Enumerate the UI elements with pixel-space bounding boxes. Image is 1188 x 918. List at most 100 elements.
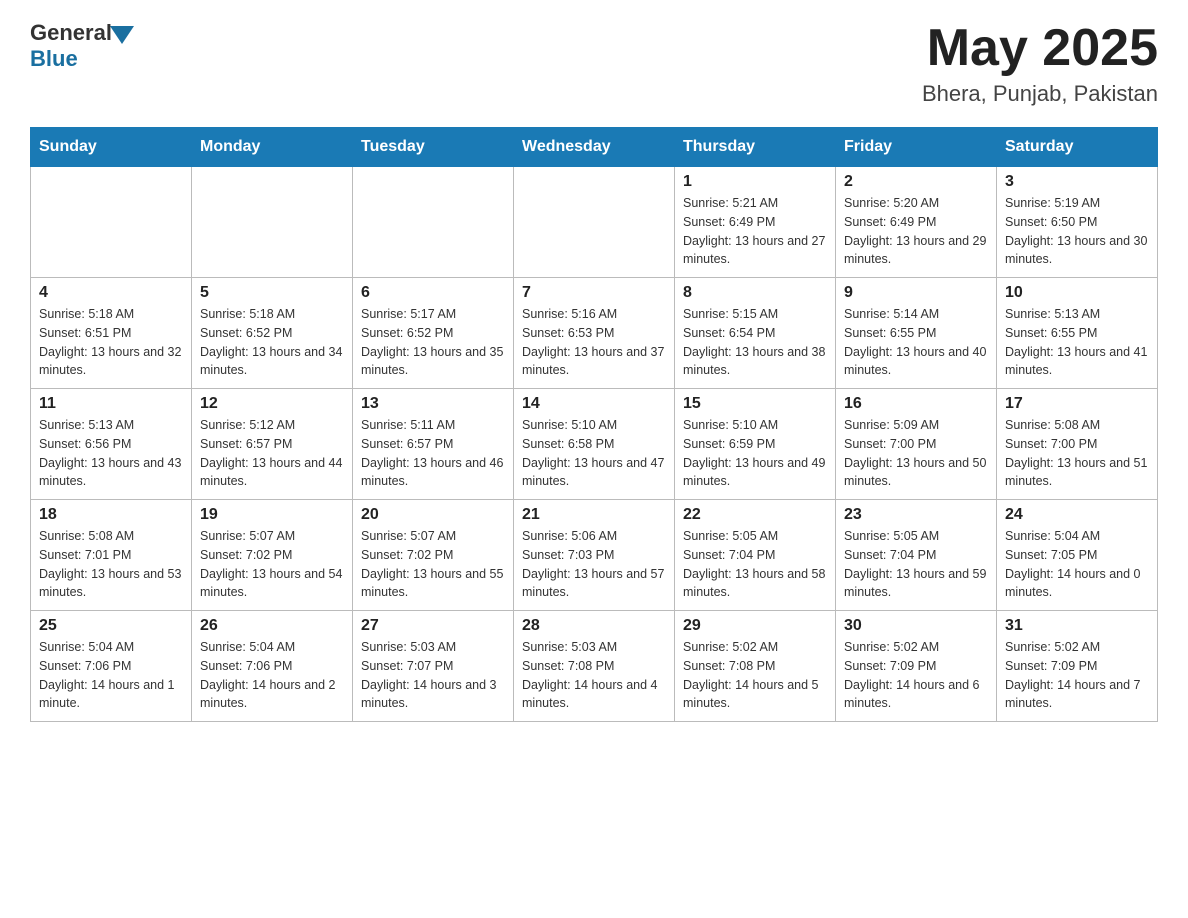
- month-year-title: May 2025: [922, 20, 1158, 77]
- day-number: 31: [1005, 617, 1149, 635]
- day-info: Sunrise: 5:02 AMSunset: 7:09 PMDaylight:…: [1005, 638, 1149, 713]
- day-info: Sunrise: 5:13 AMSunset: 6:56 PMDaylight:…: [39, 416, 183, 491]
- calendar-cell: 29 Sunrise: 5:02 AMSunset: 7:08 PMDayligh…: [675, 611, 836, 722]
- day-number: 13: [361, 395, 505, 413]
- calendar-cell: 12Sunrise: 5:12 AMSunset: 6:57 PMDayligh…: [192, 389, 353, 500]
- location-subtitle: Bhera, Punjab, Pakistan: [922, 81, 1158, 107]
- day-info: Sunrise: 5:03 AMSunset: 7:07 PMDaylight:…: [361, 638, 505, 713]
- calendar-cell: 1 Sunrise: 5:21 AMSunset: 6:49 PMDaylight…: [675, 167, 836, 278]
- day-info: Sunrise: 5:20 AMSunset: 6:49 PMDaylight:…: [844, 194, 988, 269]
- day-info: Sunrise: 5:06 AMSunset: 7:03 PMDaylight:…: [522, 527, 666, 602]
- day-number: 22: [683, 506, 827, 524]
- day-info: Sunrise: 5:15 AMSunset: 6:54 PMDaylight:…: [683, 305, 827, 380]
- calendar-week-row: 1 Sunrise: 5:21 AMSunset: 6:49 PMDaylight…: [31, 167, 1158, 278]
- day-info: Sunrise: 5:04 AMSunset: 7:06 PMDaylight:…: [39, 638, 183, 713]
- day-info: Sunrise: 5:17 AMSunset: 6:52 PMDaylight:…: [361, 305, 505, 380]
- calendar-cell: [31, 167, 192, 278]
- weekday-header-row: SundayMondayTuesdayWednesdayThursdayFrid…: [31, 128, 1158, 167]
- calendar-cell: [514, 167, 675, 278]
- logo-general-text: General: [30, 20, 112, 46]
- day-info: Sunrise: 5:18 AMSunset: 6:52 PMDaylight:…: [200, 305, 344, 380]
- day-number: 30: [844, 617, 988, 635]
- calendar-cell: [192, 167, 353, 278]
- calendar-header: SundayMondayTuesdayWednesdayThursdayFrid…: [31, 128, 1158, 167]
- calendar-week-row: 25 Sunrise: 5:04 AMSunset: 7:06 PMDayligh…: [31, 611, 1158, 722]
- calendar-cell: 24Sunrise: 5:04 AMSunset: 7:05 PMDayligh…: [997, 500, 1158, 611]
- day-info: Sunrise: 5:05 AMSunset: 7:04 PMDaylight:…: [844, 527, 988, 602]
- day-info: Sunrise: 5:04 AMSunset: 7:06 PMDaylight:…: [200, 638, 344, 713]
- day-number: 16: [844, 395, 988, 413]
- day-number: 9: [844, 284, 988, 302]
- day-number: 24: [1005, 506, 1149, 524]
- calendar-cell: 17Sunrise: 5:08 AMSunset: 7:00 PMDayligh…: [997, 389, 1158, 500]
- calendar-cell: 19 Sunrise: 5:07 AMSunset: 7:02 PMDayligh…: [192, 500, 353, 611]
- day-info: Sunrise: 5:16 AMSunset: 6:53 PMDaylight:…: [522, 305, 666, 380]
- day-info: Sunrise: 5:08 AMSunset: 7:01 PMDaylight:…: [39, 527, 183, 602]
- day-number: 29: [683, 617, 827, 635]
- calendar-cell: 14Sunrise: 5:10 AMSunset: 6:58 PMDayligh…: [514, 389, 675, 500]
- day-info: Sunrise: 5:02 AMSunset: 7:09 PMDaylight:…: [844, 638, 988, 713]
- calendar-cell: 2 Sunrise: 5:20 AMSunset: 6:49 PMDaylight…: [836, 167, 997, 278]
- day-info: Sunrise: 5:07 AMSunset: 7:02 PMDaylight:…: [200, 527, 344, 602]
- day-number: 12: [200, 395, 344, 413]
- weekday-header-monday: Monday: [192, 128, 353, 167]
- weekday-header-friday: Friday: [836, 128, 997, 167]
- calendar-body: 1 Sunrise: 5:21 AMSunset: 6:49 PMDaylight…: [31, 167, 1158, 722]
- day-number: 3: [1005, 173, 1149, 191]
- calendar-cell: 20 Sunrise: 5:07 AMSunset: 7:02 PMDayligh…: [353, 500, 514, 611]
- day-number: 21: [522, 506, 666, 524]
- page-header: General Blue May 2025 Bhera, Punjab, Pak…: [30, 20, 1158, 107]
- calendar-cell: 5 Sunrise: 5:18 AMSunset: 6:52 PMDaylight…: [192, 278, 353, 389]
- day-info: Sunrise: 5:11 AMSunset: 6:57 PMDaylight:…: [361, 416, 505, 491]
- calendar-table: SundayMondayTuesdayWednesdayThursdayFrid…: [30, 127, 1158, 722]
- day-number: 2: [844, 173, 988, 191]
- calendar-week-row: 4 Sunrise: 5:18 AMSunset: 6:51 PMDaylight…: [31, 278, 1158, 389]
- calendar-cell: 4 Sunrise: 5:18 AMSunset: 6:51 PMDaylight…: [31, 278, 192, 389]
- day-info: Sunrise: 5:14 AMSunset: 6:55 PMDaylight:…: [844, 305, 988, 380]
- day-number: 18: [39, 506, 183, 524]
- logo-triangle-icon: [110, 26, 134, 44]
- day-info: Sunrise: 5:21 AMSunset: 6:49 PMDaylight:…: [683, 194, 827, 269]
- weekday-header-tuesday: Tuesday: [353, 128, 514, 167]
- day-info: Sunrise: 5:19 AMSunset: 6:50 PMDaylight:…: [1005, 194, 1149, 269]
- calendar-cell: 16 Sunrise: 5:09 AMSunset: 7:00 PMDayligh…: [836, 389, 997, 500]
- day-number: 28: [522, 617, 666, 635]
- day-number: 6: [361, 284, 505, 302]
- weekday-header-saturday: Saturday: [997, 128, 1158, 167]
- day-number: 26: [200, 617, 344, 635]
- day-info: Sunrise: 5:05 AMSunset: 7:04 PMDaylight:…: [683, 527, 827, 602]
- day-number: 27: [361, 617, 505, 635]
- day-info: Sunrise: 5:18 AMSunset: 6:51 PMDaylight:…: [39, 305, 183, 380]
- day-number: 5: [200, 284, 344, 302]
- calendar-cell: 31 Sunrise: 5:02 AMSunset: 7:09 PMDayligh…: [997, 611, 1158, 722]
- day-number: 4: [39, 284, 183, 302]
- calendar-cell: 13 Sunrise: 5:11 AMSunset: 6:57 PMDayligh…: [353, 389, 514, 500]
- logo-blue-text: Blue: [30, 46, 78, 71]
- day-number: 15: [683, 395, 827, 413]
- weekday-header-thursday: Thursday: [675, 128, 836, 167]
- calendar-cell: 7 Sunrise: 5:16 AMSunset: 6:53 PMDaylight…: [514, 278, 675, 389]
- calendar-cell: 6 Sunrise: 5:17 AMSunset: 6:52 PMDaylight…: [353, 278, 514, 389]
- day-number: 25: [39, 617, 183, 635]
- day-info: Sunrise: 5:02 AMSunset: 7:08 PMDaylight:…: [683, 638, 827, 713]
- calendar-cell: 27 Sunrise: 5:03 AMSunset: 7:07 PMDayligh…: [353, 611, 514, 722]
- calendar-cell: 22 Sunrise: 5:05 AMSunset: 7:04 PMDayligh…: [675, 500, 836, 611]
- day-number: 7: [522, 284, 666, 302]
- day-info: Sunrise: 5:09 AMSunset: 7:00 PMDaylight:…: [844, 416, 988, 491]
- day-number: 19: [200, 506, 344, 524]
- day-number: 23: [844, 506, 988, 524]
- day-number: 20: [361, 506, 505, 524]
- day-info: Sunrise: 5:07 AMSunset: 7:02 PMDaylight:…: [361, 527, 505, 602]
- calendar-week-row: 11Sunrise: 5:13 AMSunset: 6:56 PMDayligh…: [31, 389, 1158, 500]
- day-number: 10: [1005, 284, 1149, 302]
- day-number: 8: [683, 284, 827, 302]
- calendar-cell: 28Sunrise: 5:03 AMSunset: 7:08 PMDayligh…: [514, 611, 675, 722]
- weekday-header-wednesday: Wednesday: [514, 128, 675, 167]
- calendar-cell: 8 Sunrise: 5:15 AMSunset: 6:54 PMDaylight…: [675, 278, 836, 389]
- calendar-cell: 26 Sunrise: 5:04 AMSunset: 7:06 PMDayligh…: [192, 611, 353, 722]
- calendar-cell: 30 Sunrise: 5:02 AMSunset: 7:09 PMDayligh…: [836, 611, 997, 722]
- title-block: May 2025 Bhera, Punjab, Pakistan: [922, 20, 1158, 107]
- day-number: 1: [683, 173, 827, 191]
- calendar-cell: 23 Sunrise: 5:05 AMSunset: 7:04 PMDayligh…: [836, 500, 997, 611]
- day-number: 17: [1005, 395, 1149, 413]
